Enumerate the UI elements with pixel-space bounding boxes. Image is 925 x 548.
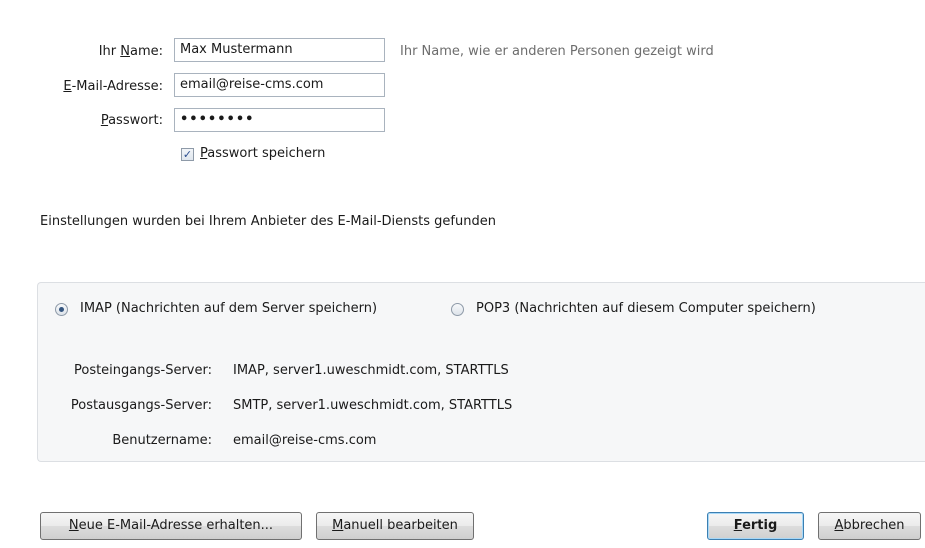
pop3-label[interactable]: POP3 (Nachrichten auf diesem Computer sp…: [476, 301, 816, 317]
password-label: Passwort:: [100, 113, 163, 128]
new-email-address-button[interactable]: Neue E-Mail-Adresse erhalten...: [40, 512, 302, 540]
outgoing-server-label: Postausgangs-Server:: [70, 398, 212, 413]
name-hint: Ihr Name, wie er anderen Personen gezeig…: [400, 44, 714, 59]
name-input[interactable]: Max Mustermann: [174, 38, 385, 62]
email-input[interactable]: email@reise-cms.com: [174, 73, 385, 97]
imap-radio[interactable]: [55, 303, 68, 316]
server-settings-panel: IMAP (Nachrichten auf dem Server speiche…: [37, 282, 925, 462]
status-message: Einstellungen wurden bei Ihrem Anbieter …: [40, 214, 496, 229]
pop3-radio[interactable]: [451, 303, 464, 316]
incoming-server-label: Posteingangs-Server:: [73, 363, 212, 378]
name-label: Ihr Name:: [98, 44, 163, 59]
cancel-button[interactable]: Abbrechen: [818, 512, 921, 540]
username-label: Benutzername:: [112, 433, 212, 448]
incoming-server-value: IMAP, server1.uweschmidt.com, STARTTLS: [233, 363, 509, 378]
password-input[interactable]: ••••••••: [174, 108, 385, 132]
email-label: E-Mail-Adresse:: [63, 79, 163, 94]
outgoing-server-value: SMTP, server1.uweschmidt.com, STARTTLS: [233, 398, 513, 413]
username-value: email@reise-cms.com: [233, 433, 377, 448]
done-button[interactable]: Fertig: [707, 512, 804, 540]
save-password-checkbox[interactable]: ✓: [181, 148, 194, 161]
imap-label[interactable]: IMAP (Nachrichten auf dem Server speiche…: [80, 301, 377, 317]
check-icon: ✓: [182, 148, 193, 161]
save-password-label[interactable]: Passwort speichern: [200, 146, 325, 162]
manual-edit-button[interactable]: Manuell bearbeiten: [316, 512, 474, 540]
